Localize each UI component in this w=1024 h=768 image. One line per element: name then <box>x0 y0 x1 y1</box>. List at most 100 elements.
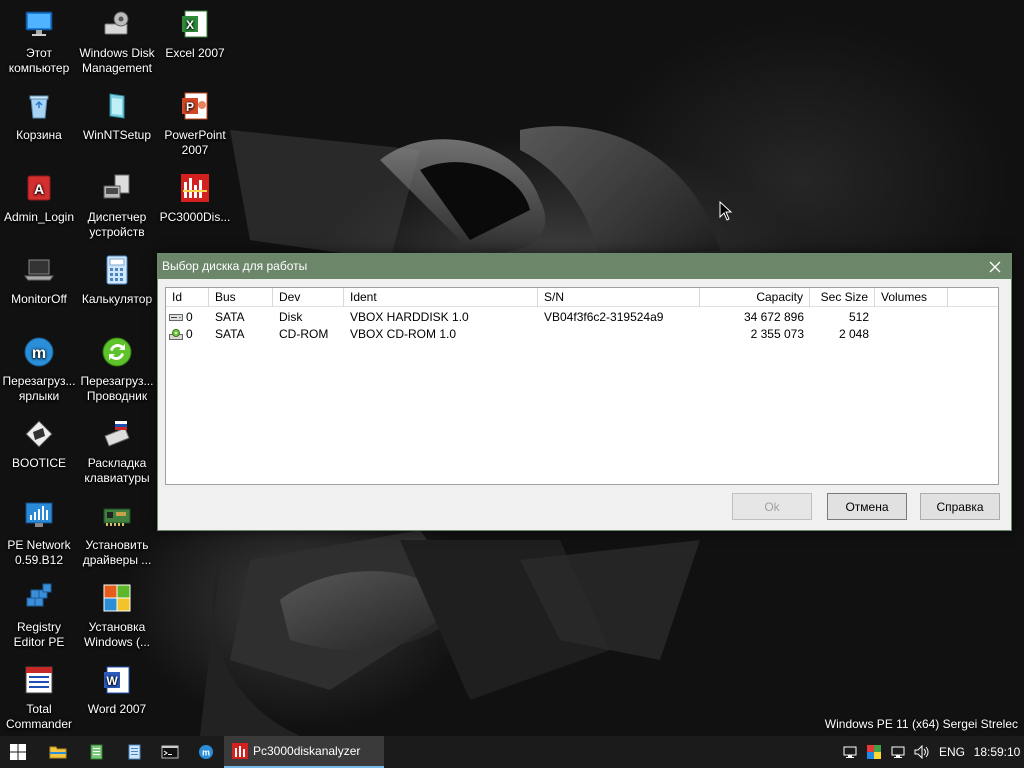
icon-label: Калькулятор <box>81 292 153 306</box>
folder-icon <box>49 746 67 759</box>
winntsetup-icon <box>109 93 125 119</box>
cell-volumes <box>875 326 948 343</box>
desktop-icon-registry-editor[interactable]: Registry Editor PE <box>0 582 78 650</box>
active-app-label: Pc3000diskanalyzer <box>253 744 361 758</box>
desktop-icon-word[interactable]: W Word 2007 <box>78 664 156 717</box>
disk-row[interactable]: 0 SATA CD-ROM VBOX CD-ROM 1.0 2 355 073 … <box>166 326 998 343</box>
icon-label: Excel 2007 <box>165 46 225 60</box>
icon-label: Windows Disk Management <box>79 46 155 75</box>
hard-disk-icon <box>169 314 183 321</box>
desktop-icon-device-manager[interactable]: Диспетчер устройств <box>78 172 156 240</box>
icon-label: Registry Editor PE <box>13 620 65 649</box>
disk-selection-dialog: Выбор дискка для работы Id Bus Dev Ident… <box>157 253 1012 531</box>
pc3000-icon <box>181 174 209 202</box>
taskbar-notepad-green[interactable] <box>80 736 112 768</box>
desktop-icon-keyboard-layout[interactable]: Раскладка клавиатуры <box>78 418 156 486</box>
taskbar-cmd[interactable] <box>154 736 186 768</box>
clock[interactable]: 18:59:10 <box>972 736 1022 768</box>
svg-text:X: X <box>186 18 194 32</box>
cell-ident: VBOX CD-ROM 1.0 <box>350 327 457 341</box>
start-button[interactable] <box>0 736 36 768</box>
column-header-ident[interactable]: Ident <box>344 288 538 307</box>
desktop-icon-recycle-bin[interactable]: Корзина <box>0 90 78 143</box>
command-prompt-icon <box>161 745 179 759</box>
help-button[interactable]: Справка <box>920 493 1000 520</box>
column-header-sec-size[interactable]: Sec Size <box>810 288 875 307</box>
cell-dev: CD-ROM <box>279 327 329 341</box>
disk-list[interactable]: Id Bus Dev Ident S/N Capacity Sec Size V… <box>165 287 999 485</box>
desktop-icon-disk-management[interactable]: Windows Disk Management <box>78 8 156 76</box>
network-adapter-icon <box>891 746 905 758</box>
desktop-icon-excel[interactable]: X Excel 2007 <box>156 8 234 61</box>
column-header-bus[interactable]: Bus <box>209 288 273 307</box>
laptop-icon <box>24 259 54 281</box>
taskbar: m Pc3000diskanalyzer ENG 18:59:10 <box>0 736 1024 768</box>
desktop-icon-monitoroff[interactable]: MonitorOff <box>0 254 78 307</box>
icon-label: Admin_Login <box>3 210 75 224</box>
reload-shortcuts-taskbar-icon: m <box>199 745 213 759</box>
cell-dev: Disk <box>279 310 303 324</box>
desktop-icon-reload-shortcuts[interactable]: m Перезагруз... ярлыки <box>0 336 78 404</box>
cell-capacity: 34 672 896 <box>743 310 804 324</box>
calculator-icon <box>106 255 128 285</box>
icon-label: Установить драйверы ... <box>82 538 152 567</box>
cell-bus: SATA <box>215 327 245 341</box>
disk-row[interactable]: 0 SATA Disk VBOX HARDDISK 1.0 VB04f3f6c2… <box>166 309 998 326</box>
icon-label: Установка Windows (... <box>83 620 150 649</box>
icon-label: Total Commander <box>5 702 73 731</box>
icon-label: Раскладка клавиатуры <box>84 456 150 485</box>
reload-shortcuts-icon: m <box>24 337 54 367</box>
desktop-icon-powerpoint[interactable]: P PowerPoint 2007 <box>156 90 234 158</box>
close-icon <box>989 261 1001 272</box>
column-header-sn[interactable]: S/N <box>538 288 700 307</box>
device-manager-icon <box>103 174 130 199</box>
close-button[interactable] <box>979 254 1011 279</box>
column-header-volumes[interactable]: Volumes <box>875 288 948 307</box>
desktop-icon-install-drivers[interactable]: Установить драйверы ... <box>78 500 156 568</box>
taskbar-active-app[interactable]: Pc3000diskanalyzer <box>224 736 384 768</box>
network-icon <box>843 746 857 758</box>
desktop-icon-reload-explorer[interactable]: Перезагруз... Проводник <box>78 336 156 404</box>
disk-gear-icon <box>104 11 129 35</box>
word-icon: W <box>104 666 130 694</box>
monitor-icon <box>25 11 53 36</box>
taskbar-explorer[interactable] <box>42 736 74 768</box>
desktop-icon-bootice[interactable]: BOOTICE <box>0 418 78 471</box>
cell-capacity: 2 355 073 <box>750 327 804 341</box>
svg-text:W: W <box>106 674 118 688</box>
windows-setup-icon <box>103 584 131 612</box>
drivers-card-icon <box>103 508 131 526</box>
admin-login-icon: A <box>27 175 51 201</box>
taskbar-notepad[interactable] <box>118 736 150 768</box>
desktop-icon-total-commander[interactable]: Total Commander <box>0 664 78 732</box>
desktop-icon-pe-network[interactable]: PE Network 0.59.B12 <box>0 500 78 568</box>
registry-icon <box>26 583 52 607</box>
dialog-titlebar[interactable]: Выбор дискка для работы <box>158 254 1011 279</box>
total-commander-icon <box>25 666 53 694</box>
desktop-icon-winntsetup[interactable]: WinNTSetup <box>78 90 156 143</box>
tray-network-2[interactable] <box>888 736 908 768</box>
taskbar-reload-shortcuts[interactable]: m <box>190 736 222 768</box>
tray-display-color[interactable] <box>864 736 884 768</box>
dialog-title: Выбор дискка для работы <box>162 259 308 273</box>
column-header-dev[interactable]: Dev <box>273 288 344 307</box>
cell-id: 0 <box>186 310 193 324</box>
bootice-icon <box>25 420 53 448</box>
keyboard-layout-icon <box>104 421 130 447</box>
desktop-icon-this-pc[interactable]: Этот компьютер <box>0 8 78 76</box>
cancel-button[interactable]: Отмена <box>827 493 907 520</box>
desktop-icon-admin-login[interactable]: A Admin_Login <box>0 172 78 225</box>
tray-network-1[interactable] <box>840 736 860 768</box>
icon-label: Перезагруз... Проводник <box>80 374 154 403</box>
desktop-icon-pc3000[interactable]: PC3000Dis... <box>156 172 234 225</box>
mouse-cursor-icon <box>719 201 733 221</box>
tray-volume[interactable] <box>912 736 932 768</box>
desktop-icon-calculator[interactable]: Калькулятор <box>78 254 156 307</box>
column-header-id[interactable]: Id <box>166 288 209 307</box>
language-indicator[interactable]: ENG <box>936 736 968 768</box>
icon-label: PowerPoint 2007 <box>164 128 226 157</box>
icon-label: Диспетчер устройств <box>87 210 147 239</box>
desktop-icon-windows-setup[interactable]: Установка Windows (... <box>78 582 156 650</box>
ok-button[interactable]: Ok <box>732 493 812 520</box>
column-header-capacity[interactable]: Capacity <box>700 288 810 307</box>
